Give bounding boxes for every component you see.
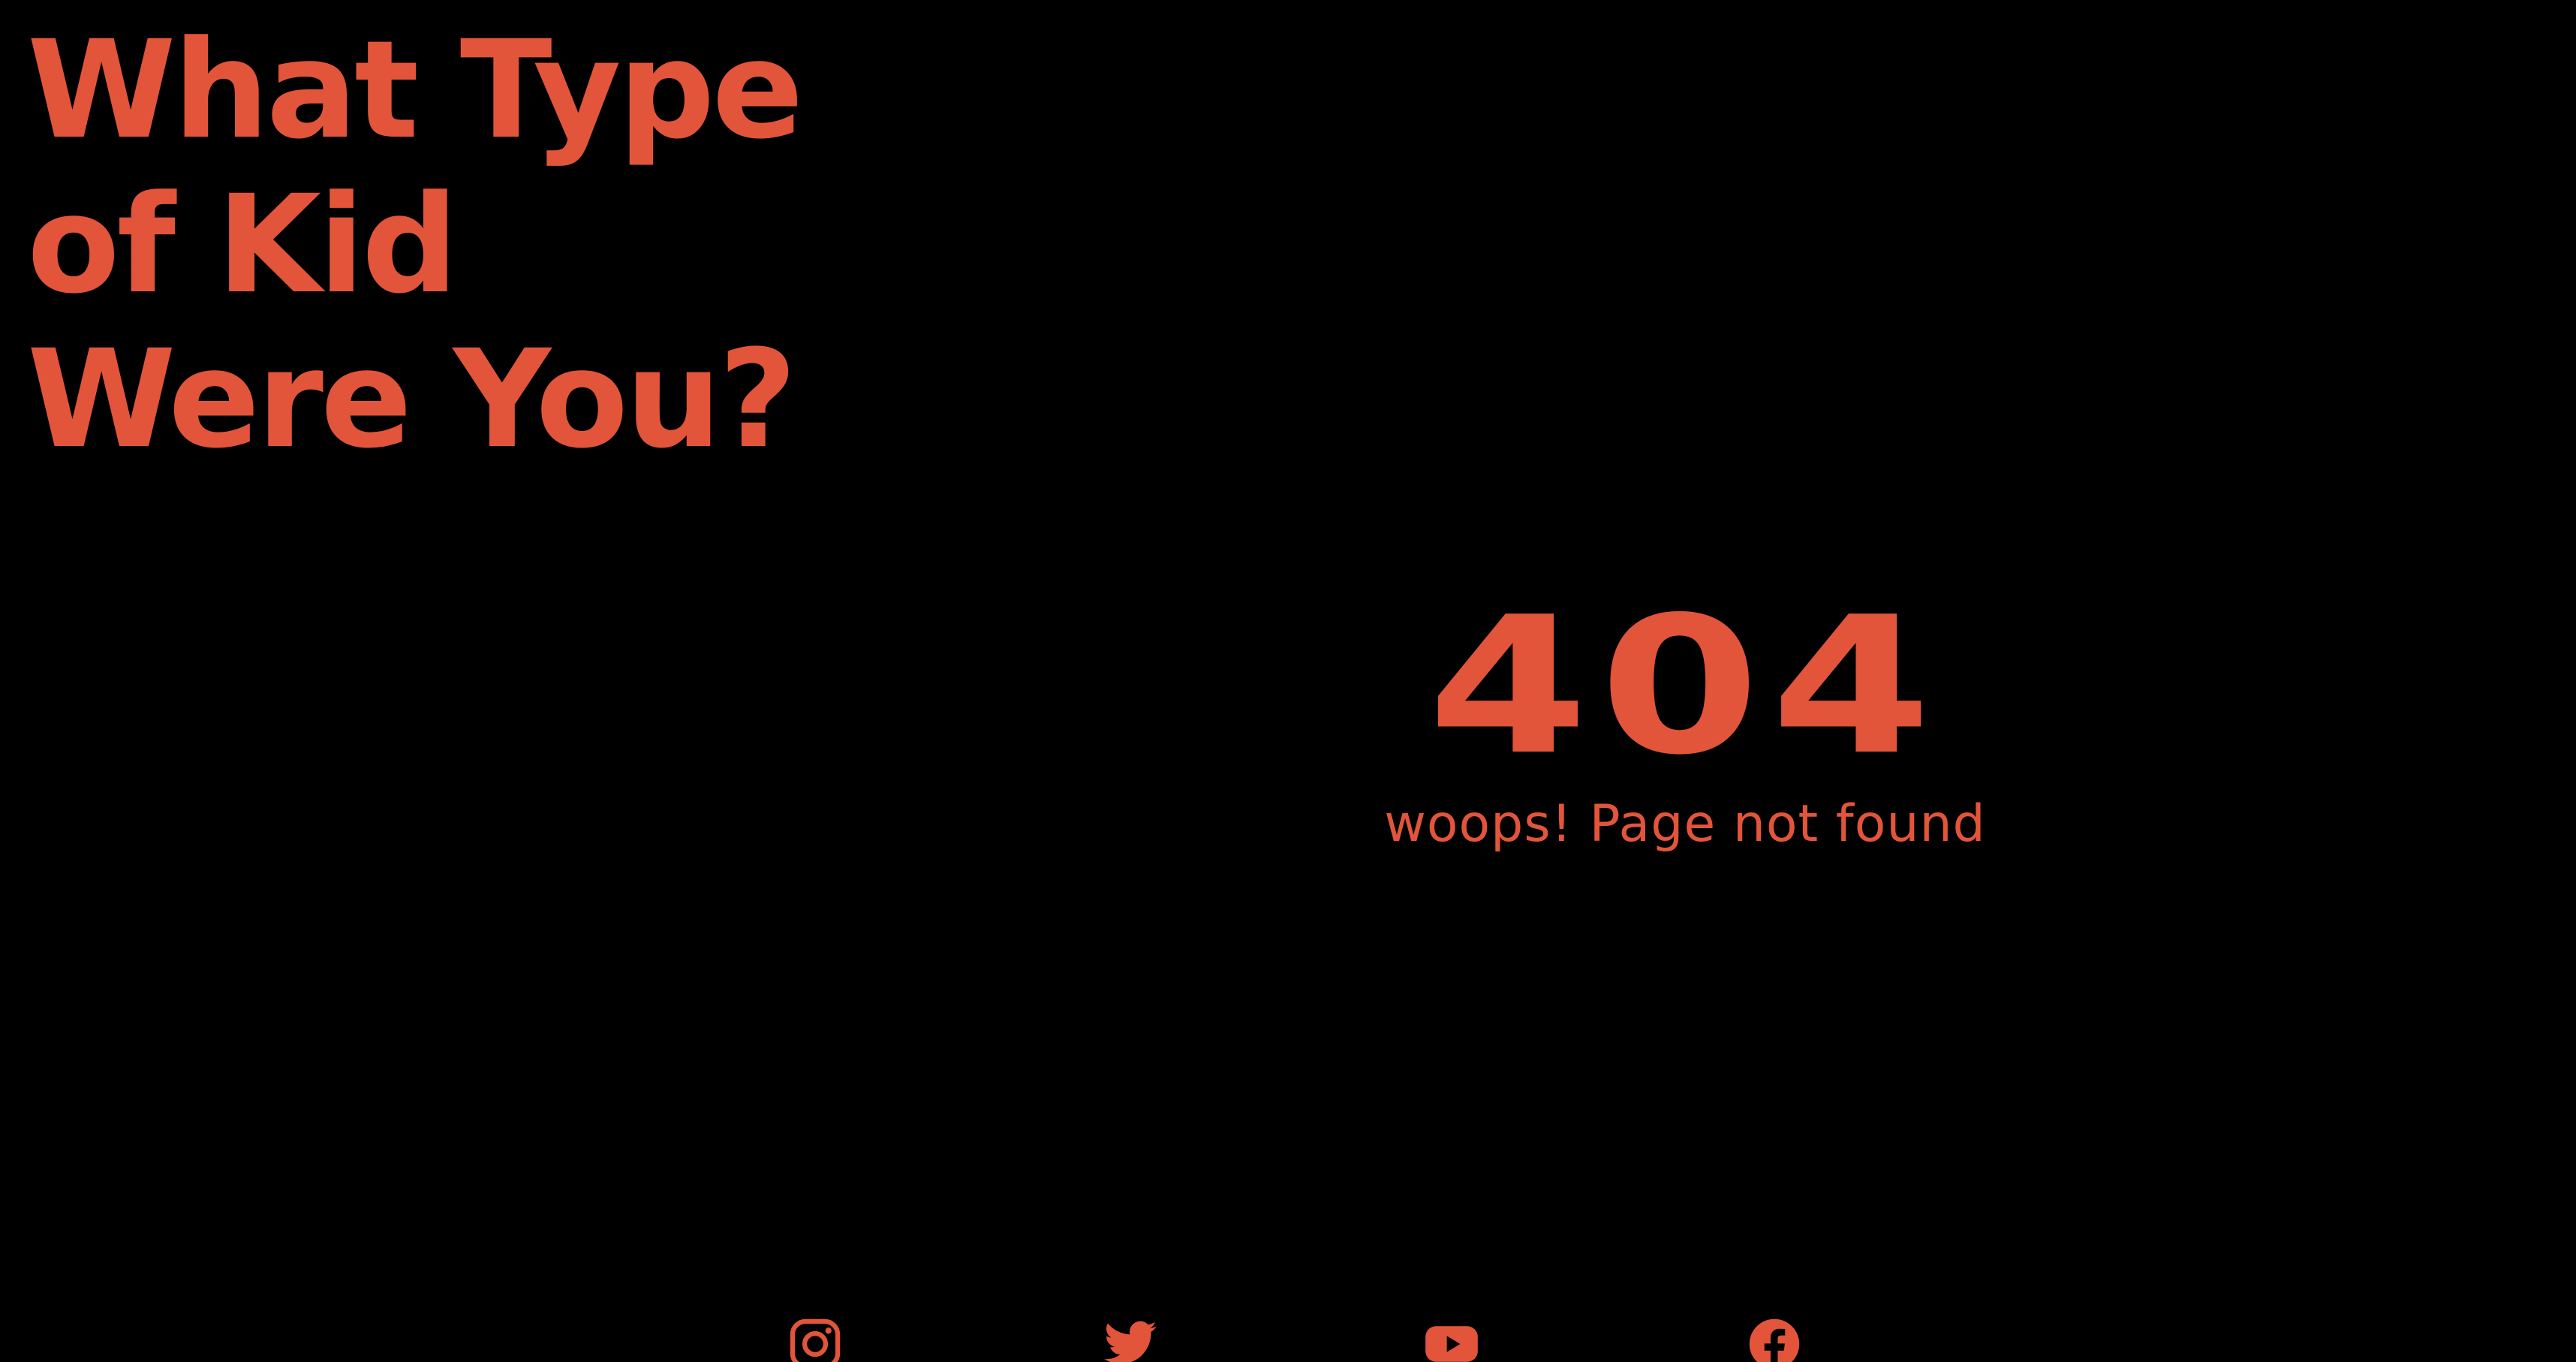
site-title-line-3: Were You? [27, 321, 797, 478]
error-code: 404 [1428, 577, 1943, 797]
youtube-link[interactable] [1423, 1315, 1480, 1362]
facebook-link[interactable] [1746, 1315, 1803, 1362]
instagram-link[interactable] [787, 1315, 844, 1362]
facebook-icon [1749, 1318, 1800, 1362]
twitter-icon [1104, 1321, 1157, 1362]
error-message: woops! Page not found [1384, 794, 1986, 854]
site-title-line-2: of Kid [27, 167, 459, 324]
site-title[interactable]: What Type of Kid Were You? [27, 14, 928, 478]
twitter-link[interactable] [1102, 1315, 1159, 1362]
instagram-icon [790, 1318, 841, 1362]
site-title-line-1: What Type [27, 12, 804, 169]
error-block: 404 woops! Page not found [1314, 586, 2057, 854]
youtube-icon [1425, 1326, 1478, 1362]
